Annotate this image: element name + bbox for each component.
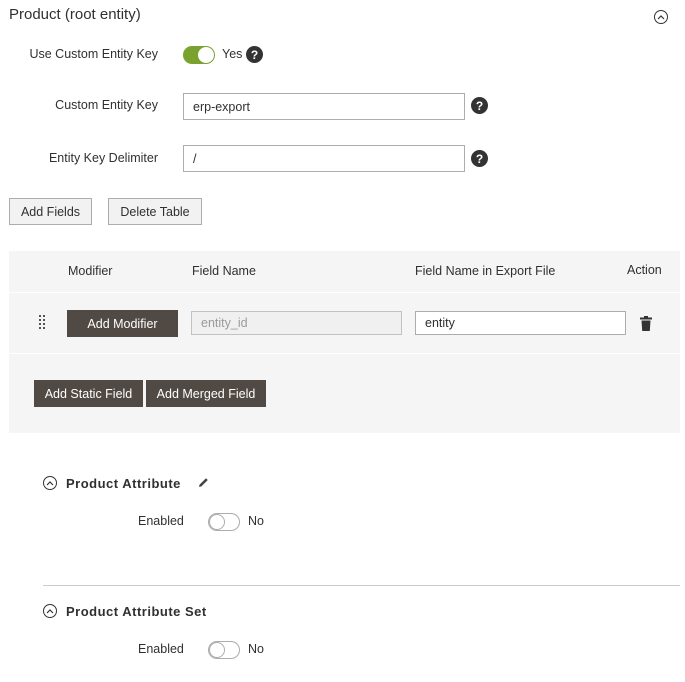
delimiter-input[interactable]: / <box>183 145 465 172</box>
help-icon[interactable]: ? <box>471 150 488 167</box>
enabled-toggle[interactable] <box>208 513 240 531</box>
column-header-action: Action <box>627 263 662 277</box>
subsection-title: Product Attribute Set <box>66 604 207 619</box>
collapse-subsection-button[interactable] <box>43 604 57 618</box>
pencil-icon[interactable] <box>197 476 210 492</box>
help-icon[interactable]: ? <box>246 46 263 63</box>
use-custom-key-toggle[interactable] <box>183 46 215 64</box>
chevron-up-icon <box>46 481 54 486</box>
enabled-value: No <box>248 642 264 656</box>
add-static-field-button[interactable]: Add Static Field <box>34 380 143 407</box>
trash-icon[interactable] <box>640 316 652 334</box>
chevron-up-icon <box>657 15 665 20</box>
drag-handle-icon[interactable] <box>39 315 48 335</box>
custom-key-input[interactable]: erp-export <box>183 93 465 120</box>
section-title: Product (root entity) <box>9 6 141 23</box>
toggle-knob <box>209 642 225 658</box>
delimiter-label: Entity Key Delimiter <box>48 151 158 165</box>
row-divider <box>9 292 680 293</box>
enabled-toggle[interactable] <box>208 641 240 659</box>
field-name-input[interactable]: entity_id <box>191 311 402 335</box>
enabled-value: No <box>248 514 264 528</box>
toggle-knob <box>198 47 214 63</box>
add-modifier-button[interactable]: Add Modifier <box>67 310 178 337</box>
add-fields-button[interactable]: Add Fields <box>9 198 92 225</box>
subsection-divider <box>43 585 680 586</box>
column-header-modifier: Modifier <box>68 264 113 278</box>
toggle-knob <box>209 514 225 530</box>
custom-key-label: Custom Entity Key <box>55 98 158 112</box>
export-name-input[interactable]: entity <box>415 311 626 335</box>
add-merged-field-button[interactable]: Add Merged Field <box>146 380 266 407</box>
use-custom-key-value: Yes <box>222 47 243 61</box>
enabled-label: Enabled <box>138 642 184 656</box>
column-header-export-name: Field Name in Export File <box>415 264 556 278</box>
collapse-section-button[interactable] <box>654 10 668 24</box>
delete-table-button[interactable]: Delete Table <box>108 198 202 225</box>
use-custom-key-label: Use Custom Entity Key <box>29 47 158 61</box>
subsection-title: Product Attribute <box>66 476 181 491</box>
help-icon[interactable]: ? <box>471 97 488 114</box>
chevron-up-icon <box>46 609 54 614</box>
column-header-field-name: Field Name <box>192 264 256 278</box>
enabled-label: Enabled <box>138 514 184 528</box>
collapse-subsection-button[interactable] <box>43 476 57 490</box>
row-divider <box>9 353 680 354</box>
